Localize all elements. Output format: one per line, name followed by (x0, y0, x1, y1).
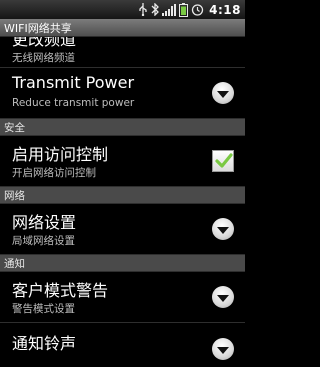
usb-icon (138, 3, 148, 17)
category-label: 通知 (4, 257, 25, 270)
pref-network-settings[interactable]: 网络设置 局域网络设置 (0, 204, 245, 255)
chevron-down-icon[interactable] (212, 82, 234, 104)
pref-summary: 警告模式设置 (12, 303, 75, 315)
pref-title: Transmit Power (12, 73, 135, 92)
pref-transmit-power[interactable]: Transmit Power Reduce transmit power (0, 68, 245, 119)
app-title: WIFI网络共享 (4, 21, 72, 35)
status-bar: 4:18 (0, 0, 245, 19)
category-notify: 通知 (0, 255, 245, 272)
pref-notify-ringtone[interactable]: 通知铃声 (0, 323, 245, 367)
clock: 4:18 (209, 2, 241, 17)
category-network: 网络 (0, 187, 245, 204)
chevron-down-icon[interactable] (212, 286, 234, 308)
pref-summary: 开启网络访问控制 (12, 167, 96, 179)
checkbox[interactable] (212, 150, 234, 172)
checkmark-icon (215, 153, 233, 168)
pref-title: 更改频道 (12, 37, 77, 49)
chevron-down-icon[interactable] (212, 218, 234, 240)
pref-title: 通知铃声 (12, 334, 77, 353)
pref-summary: Reduce transmit power (12, 97, 135, 109)
pref-summary: 局域网络设置 (12, 235, 75, 247)
pref-client-mode-warning[interactable]: 客户模式警告 警告模式设置 (0, 272, 245, 323)
title-bar: WIFI网络共享 (0, 19, 245, 37)
pref-title: 客户模式警告 (12, 281, 109, 300)
preferences-list[interactable]: 更改频道 无线网络频道 Transmit Power Reduce transm… (0, 37, 245, 367)
bluetooth-icon (151, 3, 160, 17)
battery-icon (179, 2, 189, 17)
pref-title: 启用访问控制 (12, 145, 109, 164)
category-label: 安全 (4, 121, 25, 134)
pref-access-control[interactable]: 启用访问控制 开启网络访问控制 (0, 136, 245, 187)
category-security: 安全 (0, 119, 245, 136)
signal-icon (162, 3, 177, 17)
pref-title: 网络设置 (12, 213, 77, 232)
alarm-icon (191, 3, 204, 17)
chevron-down-icon[interactable] (212, 338, 234, 360)
category-label: 网络 (4, 189, 25, 202)
pref-channel[interactable]: 更改频道 无线网络频道 (0, 37, 245, 68)
pref-summary: 无线网络频道 (12, 52, 75, 64)
